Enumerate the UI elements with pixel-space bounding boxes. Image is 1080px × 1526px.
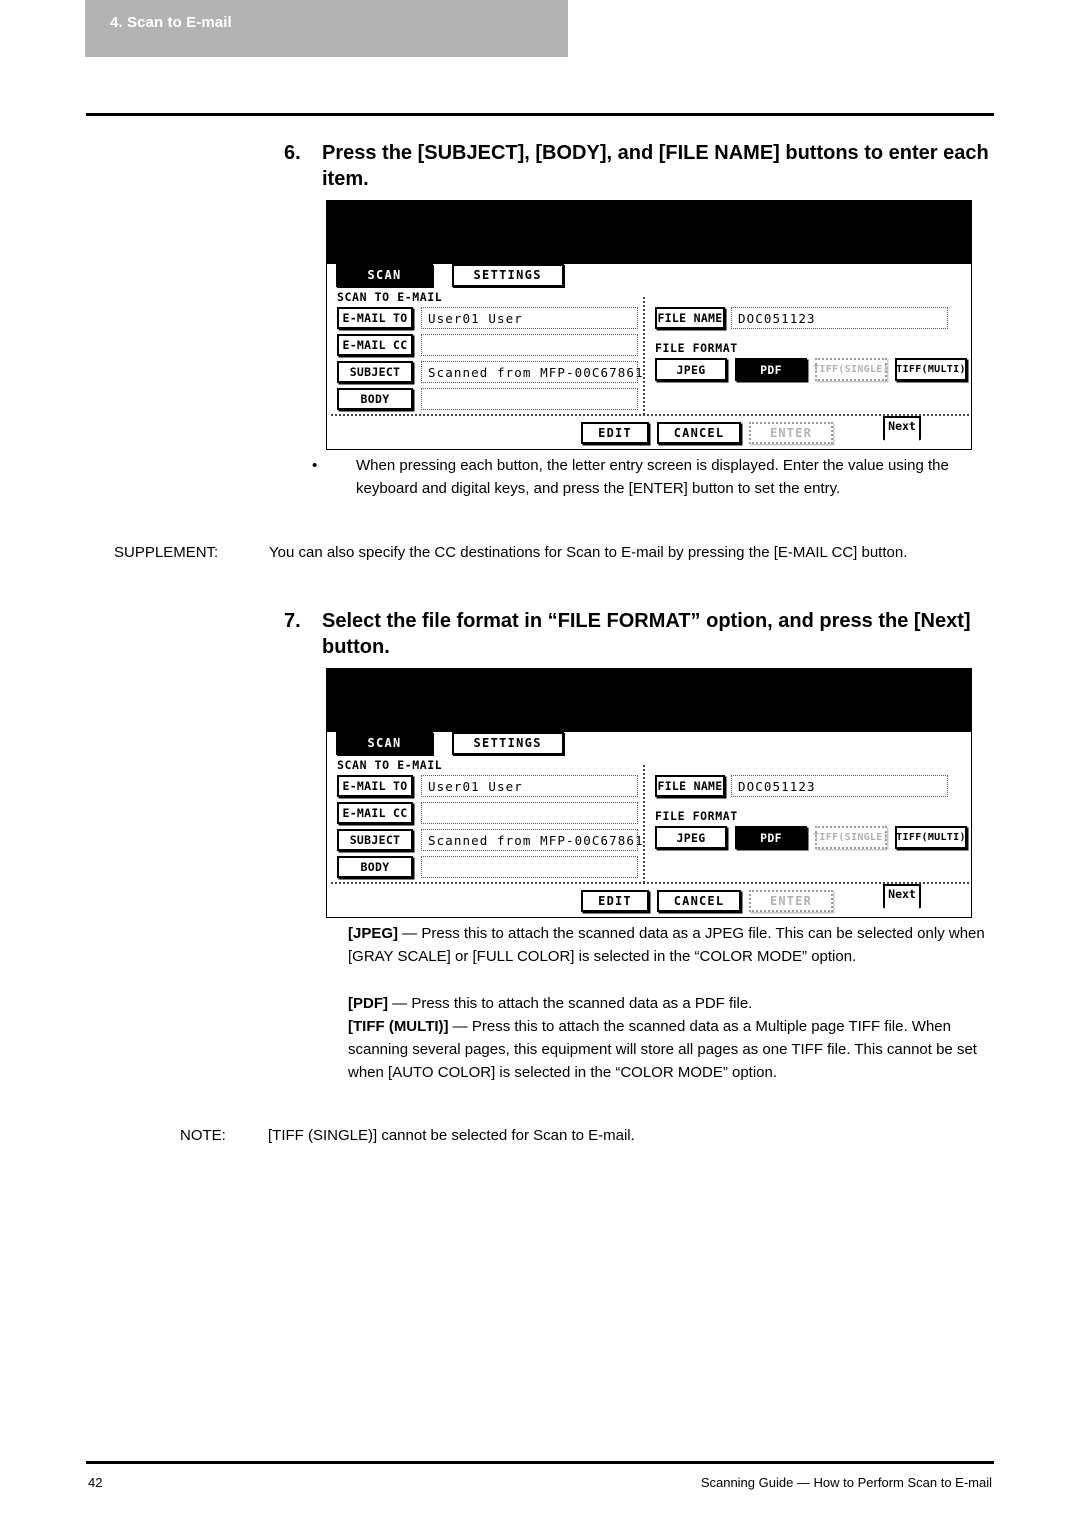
format-button-jpeg-2[interactable]: JPEG — [655, 826, 727, 849]
format-description-jpeg: [JPEG] — Press this to attach the scanne… — [348, 923, 996, 969]
body-field-2[interactable] — [421, 856, 638, 878]
lcd-screen-title-1: SCAN TO E-MAIL — [337, 290, 443, 304]
next-button-1[interactable]: Next — [883, 416, 923, 449]
running-head-text: 4. Scan to E-mail — [110, 14, 232, 31]
bullet-text: When pressing each button, the letter en… — [356, 457, 949, 497]
email-cc-button-1[interactable]: E-MAIL CC — [337, 334, 413, 356]
email-to-field-2[interactable]: User01 User — [421, 775, 638, 797]
tiff-key-label: [TIFF (MULTI)] — [348, 1018, 449, 1035]
subject-button-1[interactable]: SUBJECT — [337, 361, 413, 383]
email-to-field-1[interactable]: User01 User — [421, 307, 638, 329]
pdf-description-text: — Press this to attach the scanned data … — [388, 995, 753, 1012]
file-name-button-2[interactable]: FILE NAME — [655, 775, 725, 797]
step-6-text: Press the [SUBJECT], [BODY], and [FILE N… — [322, 142, 989, 191]
supplement-text: You can also specify the CC destinations… — [269, 544, 908, 561]
supplement-block: SUPPLEMENT: You can also specify the CC … — [114, 542, 994, 565]
format-button-tiff-multi-1[interactable]: TIFF(MULTI) — [895, 358, 967, 381]
file-name-field-2[interactable]: DOC051123 — [731, 775, 948, 797]
file-format-label-2: FILE FORMAT — [655, 809, 738, 823]
next-button-label-2: Next — [888, 887, 916, 901]
format-button-pdf-1[interactable]: PDF — [735, 358, 807, 381]
file-name-button-1[interactable]: FILE NAME — [655, 307, 725, 329]
edit-button-1[interactable]: EDIT — [581, 422, 649, 444]
body-field-1[interactable] — [421, 388, 638, 410]
header-rule — [86, 113, 994, 116]
note-label: NOTE: — [180, 1127, 226, 1144]
page-number: 42 — [88, 1475, 103, 1490]
subject-field-2[interactable]: Scanned from MFP-00C67861 — [421, 829, 643, 851]
tab-scan-1[interactable]: SCAN — [336, 264, 433, 287]
step-7: 7. Select the file format in “FILE FORMA… — [284, 608, 990, 661]
email-cc-field-1[interactable] — [421, 334, 638, 356]
enter-button-1: ENTER — [749, 422, 833, 444]
subject-button-2[interactable]: SUBJECT — [337, 829, 413, 851]
step-7-text: Select the file format in “FILE FORMAT” … — [322, 610, 971, 659]
lcd-tab-row-2: SCAN SETTINGS — [336, 732, 564, 755]
next-button-2[interactable]: Next — [883, 884, 923, 917]
format-button-tiff-single-2: TIFF(SINGLE) — [813, 826, 889, 849]
format-button-pdf-2[interactable]: PDF — [735, 826, 807, 849]
body-button-1[interactable]: BODY — [337, 388, 413, 410]
jpeg-key-label: [JPEG] — [348, 925, 399, 942]
step-7-number: 7. — [284, 610, 301, 632]
lcd-tab-row-1: SCAN SETTINGS — [336, 264, 564, 287]
tab-scan-2[interactable]: SCAN — [336, 732, 433, 755]
format-description-tiff-multi: [TIFF (MULTI)] — Press this to attach th… — [348, 1016, 996, 1085]
next-button-label-1: Next — [888, 419, 916, 433]
file-format-label-1: FILE FORMAT — [655, 341, 738, 355]
format-button-jpeg-1[interactable]: JPEG — [655, 358, 727, 381]
lcd-vertical-divider-2 — [643, 765, 645, 883]
bullet-letter-entry: • When pressing each button, the letter … — [312, 455, 1002, 500]
lcd-vertical-divider-1 — [643, 297, 645, 415]
tab-settings-1[interactable]: SETTINGS — [451, 264, 564, 287]
bullet-marker: • — [312, 457, 318, 474]
cancel-button-2[interactable]: CANCEL — [657, 890, 741, 912]
body-button-2[interactable]: BODY — [337, 856, 413, 878]
step-6: 6. Press the [SUBJECT], [BODY], and [FIL… — [284, 140, 990, 193]
format-button-tiff-multi-2[interactable]: TIFF(MULTI) — [895, 826, 967, 849]
footer-guide-text: Scanning Guide — How to Perform Scan to … — [700, 1475, 992, 1490]
lcd-screenshot-step6: SCAN SETTINGS SCAN TO E-MAIL E-MAIL TO U… — [326, 200, 972, 450]
format-button-tiff-single-1: TIFF(SINGLE) — [813, 358, 889, 381]
jpeg-description-text: — Press this to attach the scanned data … — [348, 925, 985, 965]
edit-button-2[interactable]: EDIT — [581, 890, 649, 912]
subject-field-1[interactable]: Scanned from MFP-00C67861 — [421, 361, 643, 383]
pdf-key-label: [PDF] — [348, 995, 388, 1012]
supplement-label: SUPPLEMENT: — [114, 544, 219, 561]
lcd-header-area-1 — [327, 201, 971, 264]
lcd-header-area-2 — [327, 669, 971, 732]
tab-settings-2[interactable]: SETTINGS — [451, 732, 564, 755]
note-text: [TIFF (SINGLE)] cannot be selected for S… — [268, 1127, 635, 1144]
format-description-pdf: [PDF] — Press this to attach the scanned… — [348, 993, 996, 1016]
footer-rule — [86, 1461, 994, 1464]
email-cc-button-2[interactable]: E-MAIL CC — [337, 802, 413, 824]
enter-button-2: ENTER — [749, 890, 833, 912]
lcd-screenshot-step7: SCAN SETTINGS SCAN TO E-MAIL E-MAIL TO U… — [326, 668, 972, 918]
cancel-button-1[interactable]: CANCEL — [657, 422, 741, 444]
lcd-bottom-divider-1 — [331, 414, 969, 416]
note-block: NOTE: [TIFF (SINGLE)] cannot be selected… — [180, 1125, 1000, 1148]
email-to-button-1[interactable]: E-MAIL TO — [337, 307, 413, 329]
lcd-bottom-divider-2 — [331, 882, 969, 884]
step-6-number: 6. — [284, 142, 301, 164]
email-to-button-2[interactable]: E-MAIL TO — [337, 775, 413, 797]
running-head-bar: 4. Scan to E-mail — [85, 0, 568, 57]
lcd-screen-title-2: SCAN TO E-MAIL — [337, 758, 443, 772]
file-name-field-1[interactable]: DOC051123 — [731, 307, 948, 329]
email-cc-field-2[interactable] — [421, 802, 638, 824]
